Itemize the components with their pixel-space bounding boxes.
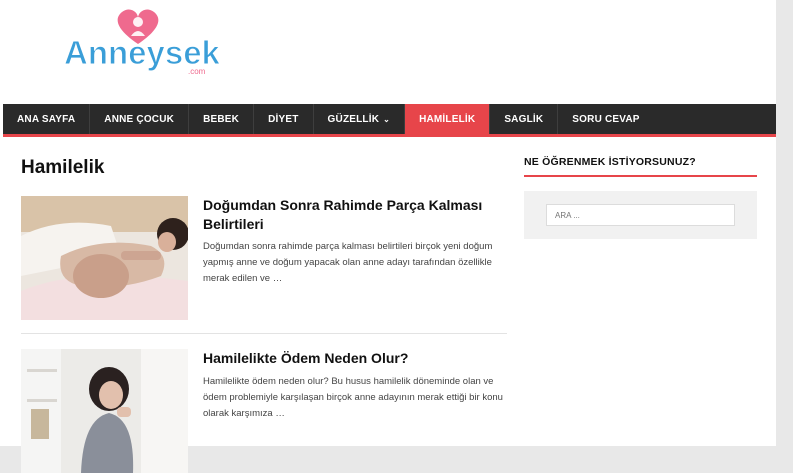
logo-graphic: Anneysek .com xyxy=(64,9,220,76)
article-thumbnail[interactable] xyxy=(21,349,188,473)
page-background-gutter xyxy=(776,0,793,446)
search-input[interactable] xyxy=(546,204,735,226)
sidebar-widget-title: NE ÖĞRENMEK İSTİYORSUNUZ? xyxy=(524,150,757,177)
chevron-down-icon: ⌄ xyxy=(383,114,391,124)
article-title[interactable]: Doğumdan Sonra Rahimde Parça Kalması Bel… xyxy=(203,196,507,234)
main-navigation: ANA SAYFA ANNE ÇOCUK BEBEK DİYET GÜZELLİ… xyxy=(3,104,776,137)
nav-item-saglik[interactable]: SAGLİK xyxy=(490,104,559,134)
article-divider xyxy=(21,333,507,334)
nav-item-anne-cocuk[interactable]: ANNE ÇOCUK xyxy=(90,104,190,134)
article-image xyxy=(21,349,188,473)
search-widget xyxy=(524,191,757,239)
sidebar: NE ÖĞRENMEK İSTİYORSUNUZ? xyxy=(524,150,757,239)
article-title[interactable]: Hamilelikte Ödem Neden Olur? xyxy=(203,349,507,368)
article-excerpt: Doğumdan sonra rahimde parça kalması bel… xyxy=(203,241,493,284)
logo-domain-suffix: .com xyxy=(188,67,206,76)
page: Anneysek .com ANA SAYFA ANNE ÇOCUK BEBEK… xyxy=(0,0,776,473)
page-title: Hamilelik xyxy=(21,157,105,178)
nav-item-bebek[interactable]: BEBEK xyxy=(189,104,255,134)
nav-item-guzellik[interactable]: GÜZELLİK ⌄ xyxy=(314,104,406,134)
article-thumbnail[interactable] xyxy=(21,196,188,320)
nav-item-ana-sayfa[interactable]: ANA SAYFA xyxy=(3,104,91,134)
article-image xyxy=(21,196,188,320)
main-content: Hamilelik Doğumdan Sonra Rahimde Parça K… xyxy=(21,150,507,473)
nav-item-soru-cevap[interactable]: SORU CEVAP xyxy=(558,104,653,134)
article-excerpt: Hamilelikte ödem neden olur? Bu husus ha… xyxy=(203,376,503,419)
nav-item-hamilelik[interactable]: HAMİLELİK xyxy=(405,104,491,134)
site-logo[interactable]: Anneysek .com xyxy=(60,6,220,86)
logo-wordmark: Anneysek xyxy=(64,34,220,71)
site-header: Anneysek .com xyxy=(0,0,776,104)
nav-item-diyet[interactable]: DİYET xyxy=(254,104,314,134)
